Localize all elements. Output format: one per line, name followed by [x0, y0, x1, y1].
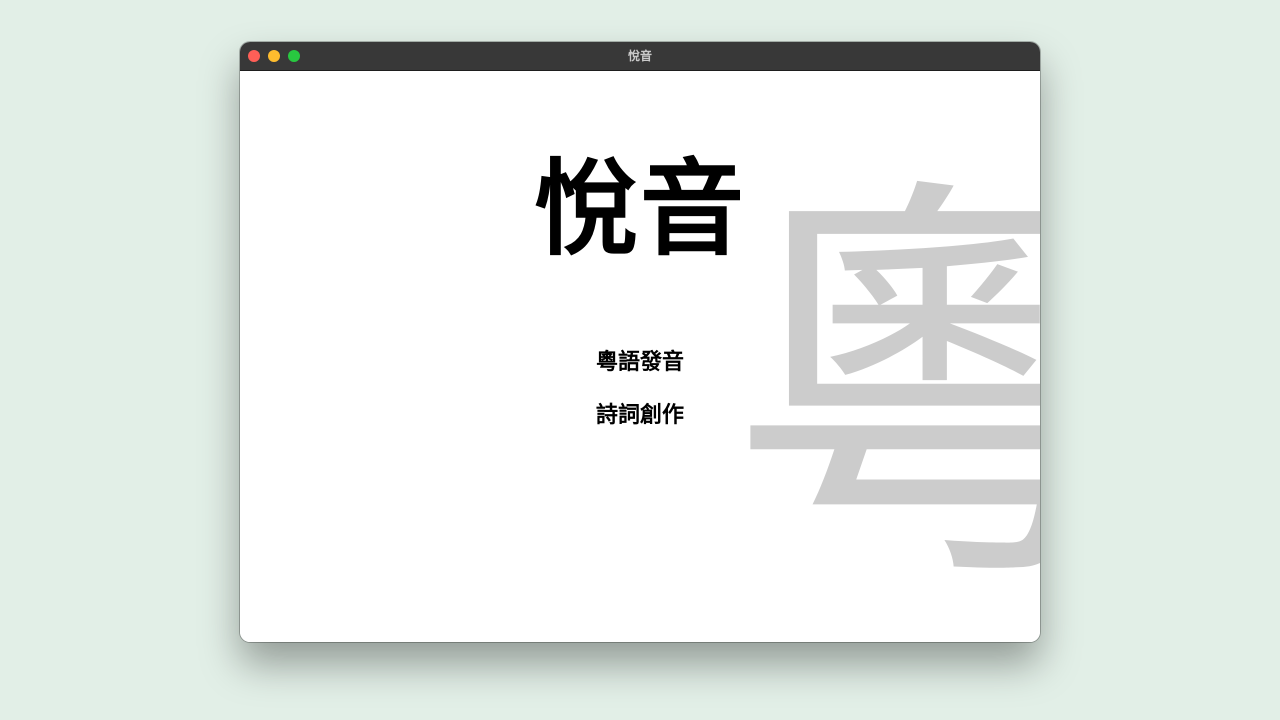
main-content: 粵 悅音 粵語發音 詩詞創作 — [240, 71, 1040, 642]
main-menu: 粵語發音 詩詞創作 — [240, 347, 1040, 453]
menu-item-poetry-creation[interactable]: 詩詞創作 — [592, 400, 688, 430]
window-title: 悅音 — [627, 49, 652, 63]
app-window: 悅音 粵 悅音 粵語發音 詩詞創作 — [240, 42, 1040, 642]
app-title: 悅音 — [533, 147, 746, 270]
title-bar[interactable]: 悅音 — [240, 42, 1040, 71]
menu-item-cantonese-pronunciation[interactable]: 粵語發音 — [592, 347, 688, 377]
